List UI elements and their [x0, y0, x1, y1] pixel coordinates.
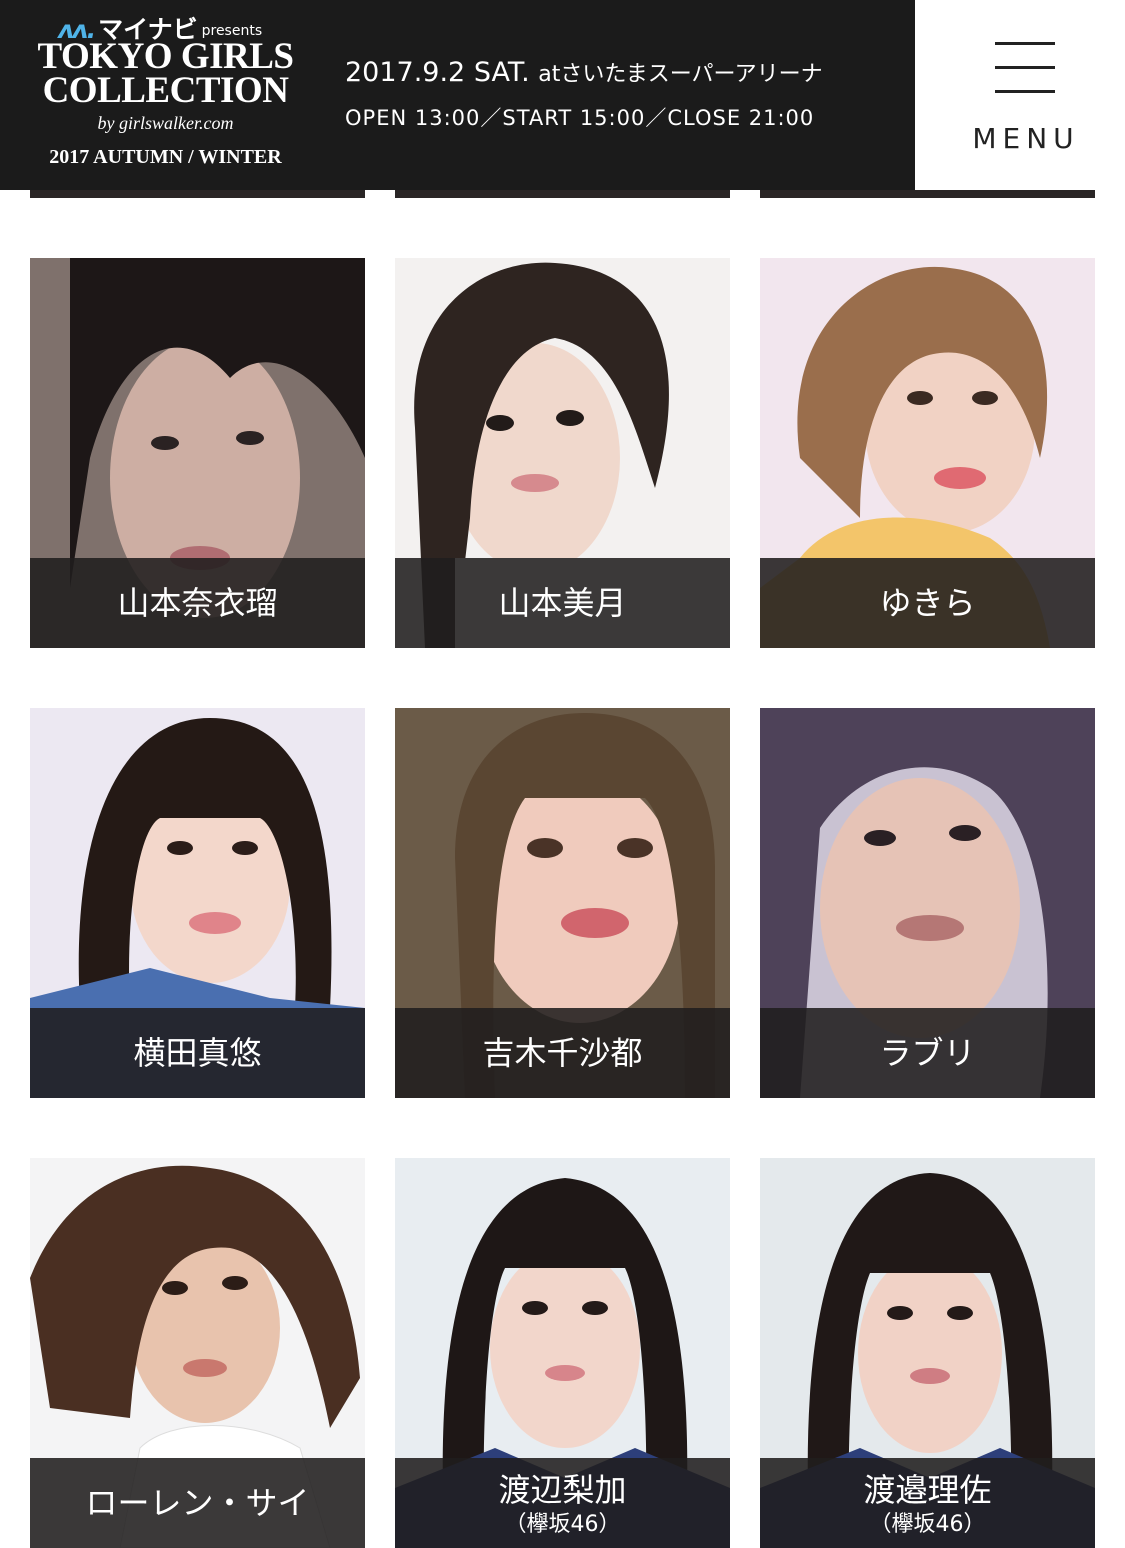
hamburger-icon [995, 42, 1055, 45]
model-name: 山本奈衣瑠 [117, 584, 278, 622]
model-card[interactable]: 山本美月 [395, 258, 730, 648]
model-caption: 渡邉理佐 （欅坂46） [760, 1458, 1095, 1548]
brand-title: TOKYO GIRLS COLLECTION [28, 36, 303, 111]
menu-button[interactable]: MENU [915, 0, 1125, 190]
site-header: ʌʌ. マイナビ presents TOKYO GIRLS COLLECTION b… [0, 0, 915, 190]
model-caption: ラブリ [760, 1008, 1095, 1098]
model-caption: 渡辺梨加 （欅坂46） [395, 1458, 730, 1548]
model-name: ラブリ [879, 1034, 976, 1072]
previous-row-card-edge [395, 190, 730, 198]
previous-row-card-edge [30, 190, 365, 198]
model-card[interactable]: ゆきら [760, 258, 1095, 648]
brand-byline: by girlswalker.com [97, 113, 234, 133]
model-card[interactable]: 横田真悠 [30, 708, 365, 1098]
event-date-line: 2017.9.2 SAT. atさいたまスーパーアリーナ [345, 56, 823, 88]
model-name: 渡邉理佐 [863, 1471, 992, 1509]
model-name: ローレン・サイ [85, 1484, 310, 1522]
model-caption: 山本奈衣瑠 [30, 558, 365, 648]
menu-label: MENU [972, 122, 1080, 155]
brand-line-2: COLLECTION [42, 70, 289, 111]
model-name: 山本美月 [498, 584, 627, 622]
event-at: at [538, 62, 561, 87]
event-times: OPEN 13:00／START 15:00／CLOSE 21:00 [345, 106, 815, 130]
model-card[interactable]: ローレン・サイ [30, 1158, 365, 1548]
event-venue: さいたまスーパーアリーナ [560, 62, 823, 87]
model-name: 吉木千沙都 [482, 1034, 643, 1072]
model-group: （欅坂46） [504, 1512, 621, 1537]
model-name: ゆきら [879, 584, 976, 622]
event-date: 2017.9.2 SAT. [345, 57, 530, 88]
model-name: 渡辺梨加 [498, 1471, 627, 1509]
model-caption: ゆきら [760, 558, 1095, 648]
model-caption: 横田真悠 [30, 1008, 365, 1098]
model-caption: 吉木千沙都 [395, 1008, 730, 1098]
model-caption: 山本美月 [395, 558, 730, 648]
tgc-logo[interactable]: ʌʌ. マイナビ presents TOKYO GIRLS COLLECTION b… [28, 8, 303, 178]
brand-line-1: TOKYO GIRLS [37, 36, 294, 77]
model-card[interactable]: 渡辺梨加 （欅坂46） [395, 1158, 730, 1548]
model-card[interactable]: 渡邉理佐 （欅坂46） [760, 1158, 1095, 1548]
model-caption: ローレン・サイ [30, 1458, 365, 1548]
model-card[interactable]: ラブリ [760, 708, 1095, 1098]
previous-row-card-edge [760, 190, 1095, 198]
season-label: 2017 AUTUMN / WINTER [49, 146, 282, 168]
model-name: 横田真悠 [133, 1034, 262, 1072]
model-card[interactable]: 山本奈衣瑠 [30, 258, 365, 648]
hamburger-icon-bar [995, 66, 1055, 69]
model-group: （欅坂46） [869, 1512, 986, 1537]
model-card[interactable]: 吉木千沙都 [395, 708, 730, 1098]
hamburger-icon-bar [995, 90, 1055, 93]
